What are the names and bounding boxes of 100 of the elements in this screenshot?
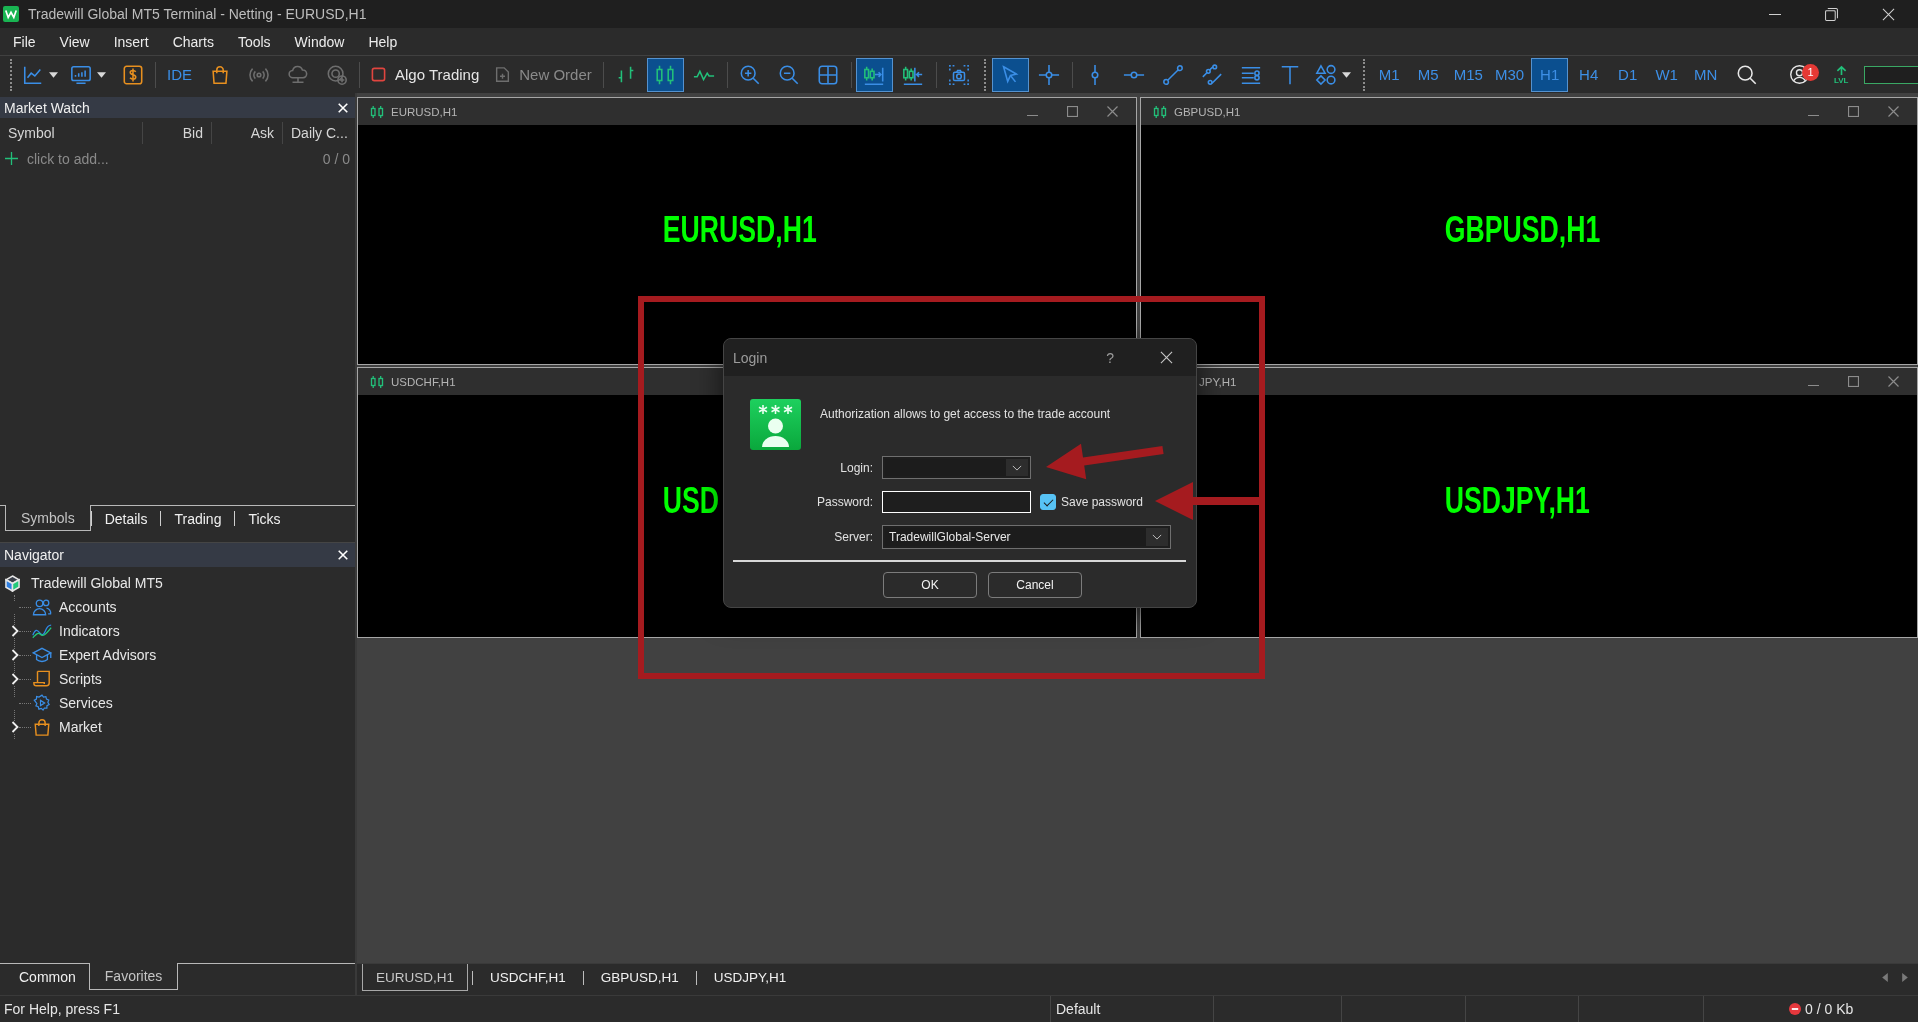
chart-tab[interactable]: EURUSD,H1 bbox=[362, 964, 468, 991]
cube-icon bbox=[5, 574, 20, 592]
candlestick-icon bbox=[654, 63, 677, 86]
tree-item[interactable]: Expert Advisors bbox=[59, 647, 157, 663]
tab[interactable]: Ticks bbox=[234, 511, 294, 526]
scroll-icon bbox=[32, 670, 52, 688]
column-header[interactable]: Ask bbox=[211, 121, 282, 144]
cursor-button[interactable] bbox=[991, 57, 1029, 92]
camera-icon bbox=[948, 63, 971, 86]
maximize-icon[interactable] bbox=[1067, 106, 1078, 117]
menu-item[interactable]: File bbox=[1, 31, 48, 52]
document-plus-icon bbox=[495, 67, 511, 82]
timeframe-button[interactable]: D1 bbox=[1609, 57, 1647, 92]
account-button[interactable]: 1 bbox=[1781, 57, 1819, 92]
traffic-text: 0 / 0 Kb bbox=[1805, 1001, 1854, 1017]
timeframe-button[interactable]: H4 bbox=[1570, 57, 1608, 92]
chevron-right-icon[interactable] bbox=[10, 721, 19, 733]
checkbox-label[interactable]: Save password bbox=[1061, 495, 1144, 509]
dialog-button[interactable]: OK bbox=[883, 572, 977, 598]
password-field[interactable] bbox=[882, 491, 1031, 513]
tab[interactable]: Favorites bbox=[88, 963, 179, 990]
tree-item[interactable]: Market bbox=[59, 719, 102, 735]
shapes-icon bbox=[1314, 63, 1337, 86]
graduation-cap-icon bbox=[32, 646, 52, 664]
menu-item[interactable]: Insert bbox=[101, 31, 161, 52]
algo-trading-button[interactable]: Algo Trading bbox=[364, 57, 487, 92]
user-icon bbox=[750, 399, 801, 450]
add-symbol-link[interactable]: click to add... bbox=[27, 150, 109, 167]
chart-symbol-label: USD bbox=[662, 480, 719, 521]
tab[interactable]: Trading bbox=[160, 511, 235, 526]
monitor-chart-icon bbox=[70, 63, 92, 86]
chart-tab[interactable]: GBPUSD,H1 bbox=[587, 964, 692, 991]
cloud-icon bbox=[286, 63, 309, 86]
close-icon[interactable] bbox=[1882, 7, 1895, 21]
ide-button[interactable]: IDE bbox=[160, 57, 199, 92]
panel-title: Navigator bbox=[4, 547, 64, 563]
trend-line-icon bbox=[1162, 63, 1185, 86]
tab[interactable]: Common bbox=[5, 964, 89, 990]
menu-item[interactable]: View bbox=[47, 31, 102, 52]
level-button[interactable]: LVL bbox=[1826, 57, 1857, 92]
candlestick-icon bbox=[370, 374, 384, 389]
grid-icon bbox=[817, 63, 840, 86]
candlestick-icon bbox=[370, 104, 384, 119]
plus-icon[interactable] bbox=[5, 152, 18, 165]
menu-item[interactable]: Charts bbox=[160, 31, 226, 52]
candlestick-icon bbox=[1153, 104, 1167, 119]
tree-item[interactable]: Tradewill Global MT5 bbox=[31, 575, 163, 591]
restore-icon[interactable] bbox=[1825, 7, 1838, 21]
tree-item[interactable]: Indicators bbox=[59, 623, 120, 639]
chart-symbol-label: USDJPY,H1 bbox=[1444, 480, 1590, 521]
chevron-down-icon bbox=[1012, 464, 1022, 471]
target-plus-icon bbox=[325, 63, 348, 86]
panel-title: Market Watch bbox=[4, 99, 90, 116]
chart-symbol-label: EURUSD,H1 bbox=[662, 208, 817, 250]
chevron-right-icon[interactable] bbox=[10, 673, 19, 685]
tree-item[interactable]: Services bbox=[59, 695, 113, 711]
help-button[interactable]: ? bbox=[1106, 349, 1114, 366]
tree-item[interactable]: Scripts bbox=[59, 671, 102, 687]
candlestick-button[interactable] bbox=[646, 57, 684, 92]
chart-tab[interactable]: USDCHF,H1 bbox=[477, 964, 579, 991]
profile-name: Default bbox=[1056, 1001, 1101, 1017]
scroll-left-icon[interactable] bbox=[1882, 973, 1888, 982]
column-header[interactable]: Symbol bbox=[0, 121, 142, 144]
parallel-lines-icon bbox=[1201, 63, 1224, 86]
tab[interactable]: Details bbox=[90, 511, 161, 526]
caret-icon bbox=[1341, 71, 1351, 78]
close-icon[interactable] bbox=[1160, 351, 1173, 364]
chart-tab[interactable]: USDJPY,H1 bbox=[700, 964, 800, 991]
timeframe-button[interactable]: M30 bbox=[1489, 57, 1530, 92]
chart-shift-button[interactable] bbox=[855, 57, 893, 92]
timeframe-button[interactable]: M1 bbox=[1370, 57, 1408, 92]
column-header[interactable]: Bid bbox=[142, 121, 211, 144]
dialog-message: Authorization allows to get access to the trade account bbox=[820, 407, 1111, 421]
timeframe-button[interactable]: W1 bbox=[1648, 57, 1686, 92]
menu-item[interactable]: Tools bbox=[225, 31, 283, 52]
bag-icon bbox=[32, 718, 52, 736]
tab[interactable]: Symbols bbox=[5, 505, 91, 531]
tree-item[interactable]: Accounts bbox=[59, 599, 117, 615]
chevron-right-icon[interactable] bbox=[10, 625, 19, 637]
symbol-count: 0 / 0 bbox=[322, 150, 350, 167]
combo-box[interactable]: TradewillGlobal-Server bbox=[882, 525, 1171, 549]
notification-badge: 1 bbox=[1802, 63, 1820, 81]
field-label: Server: bbox=[833, 530, 873, 544]
field-label: Password: bbox=[815, 495, 873, 509]
people-icon bbox=[32, 598, 52, 616]
maximize-icon[interactable] bbox=[1848, 376, 1859, 387]
menu-item[interactable]: Help bbox=[356, 31, 410, 52]
wave-lines-icon bbox=[32, 622, 52, 640]
minimize-icon[interactable] bbox=[1769, 13, 1781, 15]
chart-title: EURUSD,H1 bbox=[391, 105, 458, 118]
timeframe-button[interactable]: M15 bbox=[1448, 57, 1488, 92]
scroll-right-icon[interactable] bbox=[1902, 973, 1908, 982]
combo-box[interactable] bbox=[882, 456, 1031, 479]
timeframe-button[interactable]: MN bbox=[1687, 57, 1725, 92]
timeframe-button[interactable]: M5 bbox=[1409, 57, 1447, 92]
menu-item[interactable]: Window bbox=[282, 31, 357, 52]
chevron-right-icon[interactable] bbox=[10, 649, 19, 661]
dialog-button[interactable]: Cancel bbox=[988, 572, 1082, 598]
maximize-icon[interactable] bbox=[1848, 106, 1859, 117]
checkbox[interactable] bbox=[1040, 494, 1056, 510]
